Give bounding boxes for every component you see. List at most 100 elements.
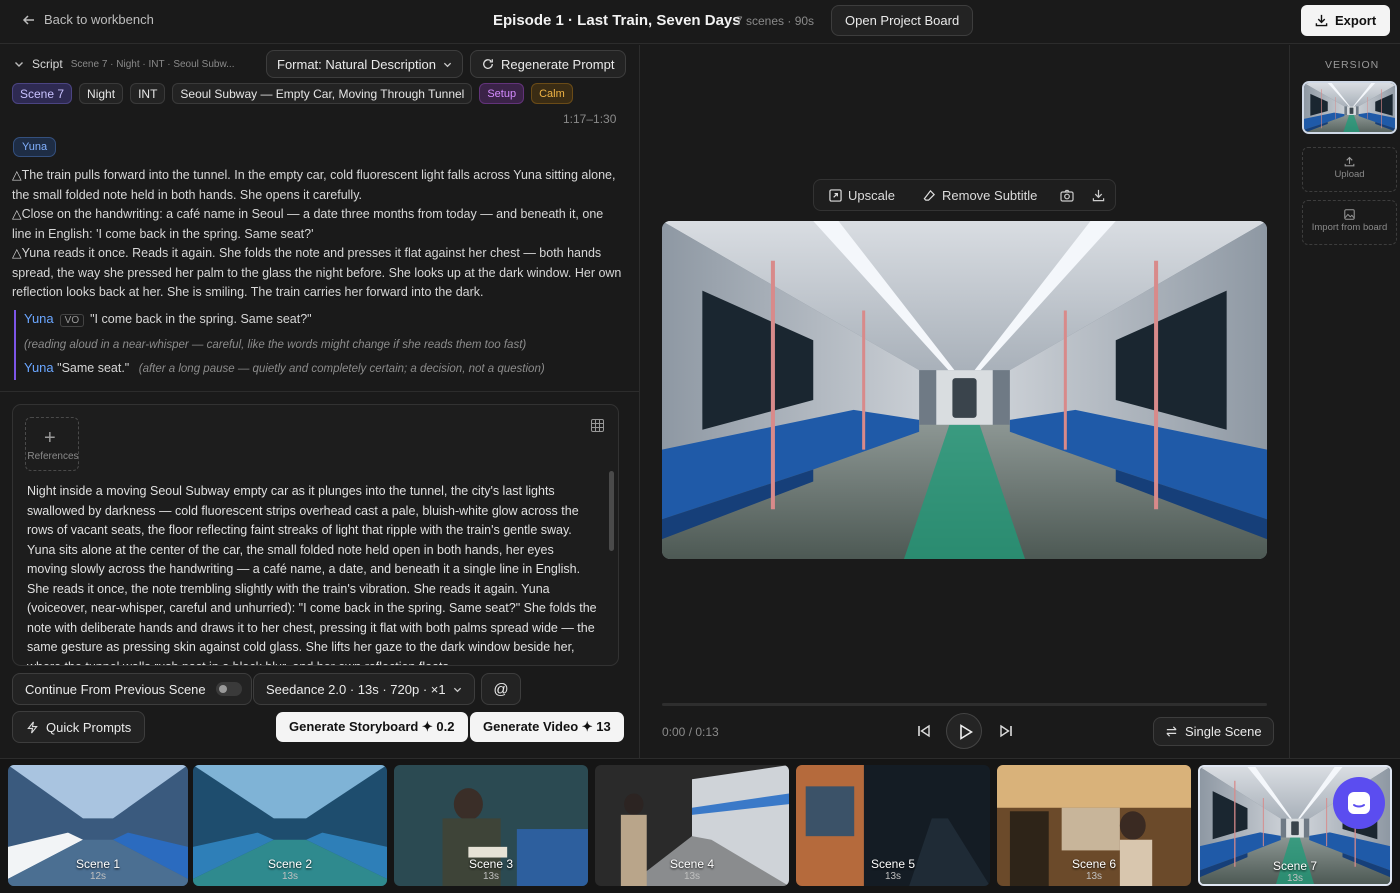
- dialogue-text: "Same seat.": [57, 361, 130, 375]
- video-toolbar: Upscale Remove Subtitle: [813, 179, 1116, 211]
- upload-label: Upload: [1334, 169, 1365, 180]
- upscale-icon: [829, 189, 842, 202]
- speaker-name: Yuna: [24, 311, 54, 326]
- generate-video-button[interactable]: Generate Video ✦ 13: [470, 712, 624, 742]
- toggle-switch[interactable]: [215, 682, 242, 696]
- script-header[interactable]: Script Scene 7 · Night · INT · Seoul Sub…: [14, 57, 234, 71]
- dialogue-text: "I come back in the spring. Same seat?": [90, 312, 312, 326]
- regenerate-label: Regenerate Prompt: [501, 56, 615, 72]
- voiceover-tag: VO: [59, 314, 85, 327]
- dialogue-block: Yuna VO "I come back in the spring. Same s…: [14, 310, 624, 380]
- upload-button[interactable]: Upload: [1302, 147, 1397, 192]
- tag-interior: INT: [130, 83, 166, 104]
- open-project-board-button[interactable]: Open Project Board: [831, 5, 974, 36]
- scene-thumbnail[interactable]: Scene 2 13s: [193, 765, 387, 886]
- remove-subtitle-label: Remove Subtitle: [942, 188, 1038, 203]
- format-label: Format: Natural Description: [277, 56, 436, 72]
- prompt-text[interactable]: Night inside a moving Seoul Subway empty…: [27, 482, 597, 665]
- model-select[interactable]: Seedance 2.0 · 13s · 720p · ×1: [253, 673, 475, 705]
- export-label: Export: [1335, 13, 1377, 28]
- subway-frame: [662, 221, 1267, 559]
- image-icon: [1344, 209, 1355, 220]
- scene-thumbnail[interactable]: Scene 1 12s: [8, 765, 188, 886]
- refresh-icon: [483, 59, 493, 69]
- skip-forward-icon[interactable]: [998, 723, 1014, 739]
- generate-storyboard-button[interactable]: Generate Storyboard ✦ 0.2: [276, 712, 468, 742]
- play-button[interactable]: [946, 713, 982, 749]
- parenthetical: (reading aloud in a near-whisper — caref…: [24, 337, 526, 351]
- scene-label: Scene 1: [75, 857, 121, 871]
- download-icon: [1315, 14, 1328, 27]
- video-preview[interactable]: [662, 221, 1267, 559]
- skip-back-icon[interactable]: [916, 723, 932, 739]
- scene-thumbnail[interactable]: Scene 5 13s: [796, 765, 990, 886]
- action-line: △The train pulls forward into the tunnel…: [12, 168, 616, 202]
- format-dropdown[interactable]: Format: Natural Description: [266, 50, 463, 78]
- chat-support-button[interactable]: [1333, 777, 1385, 829]
- version-image: [1304, 83, 1395, 132]
- tag-time: Night: [79, 83, 124, 104]
- scene-thumbnail[interactable]: Scene 4 13s: [595, 765, 789, 886]
- scene-thumbnail[interactable]: Scene 6 13s: [997, 765, 1191, 886]
- scene-label: Scene 3: [468, 857, 514, 871]
- references-label: References: [27, 451, 79, 462]
- prompt-scrollbar[interactable]: [609, 471, 614, 551]
- action-line: △Close on the handwriting: a café name i…: [12, 207, 604, 241]
- script-action: △The train pulls forward into the tunnel…: [12, 166, 624, 303]
- single-scene-button[interactable]: Single Scene: [1153, 717, 1274, 746]
- import-label: Import from board: [1311, 222, 1388, 233]
- scene-duration: 13s: [884, 871, 902, 882]
- remove-subtitle-button[interactable]: Remove Subtitle: [923, 188, 1037, 203]
- scene-duration: 13s: [1286, 873, 1304, 884]
- upload-icon: [1344, 156, 1355, 167]
- chevron-down-icon: [453, 687, 461, 692]
- upscale-button[interactable]: Upscale: [829, 188, 895, 203]
- playback-time: 0:00 / 0:13: [662, 725, 719, 739]
- version-thumbnail[interactable]: [1302, 81, 1397, 134]
- dialogue-line: Yuna VO "I come back in the spring. Same s…: [24, 311, 312, 327]
- regenerate-prompt-button[interactable]: Regenerate Prompt: [470, 50, 627, 78]
- continue-label: Continue From Previous Scene: [25, 681, 206, 697]
- episode-title: Episode 1 · Last Train, Seven Days: [493, 12, 741, 29]
- continue-from-previous-toggle[interactable]: Continue From Previous Scene: [12, 673, 252, 705]
- camera-icon[interactable]: [1060, 189, 1074, 202]
- scene-duration: 13s: [482, 871, 500, 882]
- eraser-icon: [923, 189, 935, 201]
- divider: [0, 391, 640, 392]
- upscale-label: Upscale: [848, 188, 895, 203]
- tag-scene: Scene 7: [12, 83, 73, 104]
- scene-duration: 13s: [1085, 871, 1103, 882]
- scene-timecode: 1:17–1:30: [563, 112, 617, 126]
- tag-location: Seoul Subway — Empty Car, Moving Through…: [172, 83, 473, 104]
- scene-label: Scene 5: [870, 857, 916, 871]
- episode-meta: 7 scenes · 90s: [736, 14, 815, 28]
- chevron-down-icon: [443, 62, 452, 67]
- mention-button[interactable]: @: [481, 673, 521, 705]
- model-label: Seedance 2.0 · 13s · 720p · ×1: [266, 681, 446, 697]
- playback-progress-bar[interactable]: [662, 703, 1267, 706]
- back-to-workbench-link[interactable]: Back to workbench: [22, 12, 154, 27]
- grid-icon[interactable]: [591, 419, 604, 432]
- back-label: Back to workbench: [44, 12, 154, 27]
- download-icon[interactable]: [1092, 189, 1105, 202]
- script-subtitle: Scene 7 · Night · INT · Seoul Subw...: [70, 58, 235, 70]
- scene-duration: 13s: [281, 871, 299, 882]
- import-from-board-button[interactable]: Import from board: [1302, 200, 1397, 245]
- play-icon: [960, 724, 973, 740]
- chevron-down-icon[interactable]: [14, 59, 24, 69]
- plus-icon: +: [44, 427, 56, 449]
- scene-thumbnail[interactable]: Scene 3 13s: [394, 765, 588, 886]
- lightning-icon: [27, 721, 38, 733]
- direction-text: (reading aloud in a near-whisper — caref…: [24, 339, 527, 351]
- scene-duration: 13s: [683, 871, 701, 882]
- references-button[interactable]: + References: [25, 417, 79, 471]
- prompt-editor[interactable]: + References Night inside a moving Seoul…: [12, 404, 619, 666]
- quick-prompts-label: Quick Prompts: [46, 719, 132, 735]
- arrow-left-icon: [22, 14, 34, 25]
- direction-text: (after a long pause — quietly and comple…: [138, 363, 545, 375]
- scene-label: Scene 7: [1272, 859, 1318, 873]
- version-label: VERSION: [1325, 59, 1380, 71]
- quick-prompts-button[interactable]: Quick Prompts: [12, 711, 146, 743]
- character-badge[interactable]: Yuna: [13, 137, 57, 157]
- export-button[interactable]: Export: [1301, 5, 1391, 36]
